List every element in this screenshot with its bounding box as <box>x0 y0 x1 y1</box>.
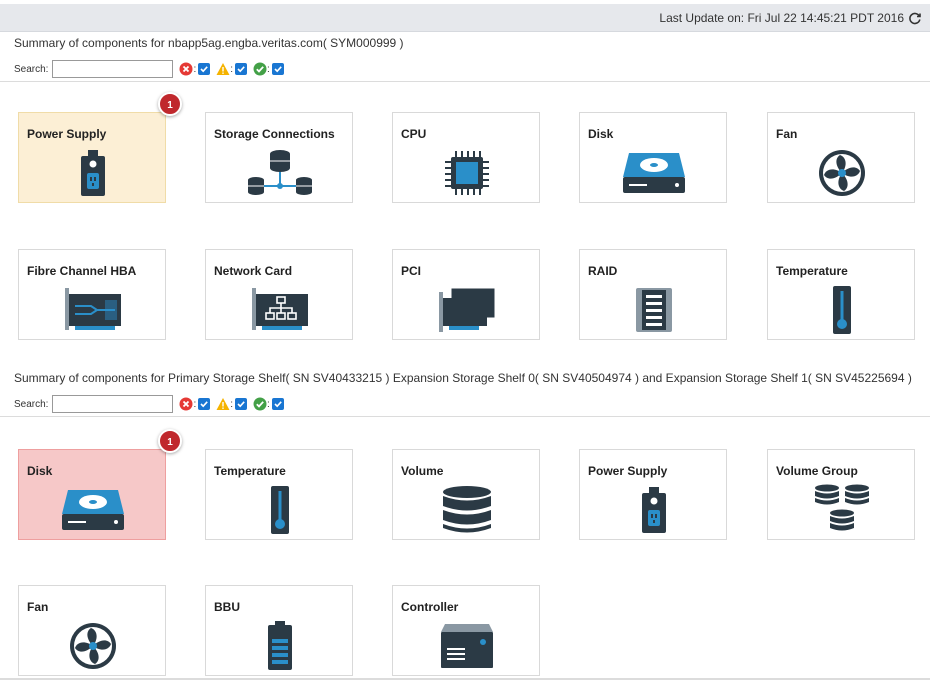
component-grid: Power Supply 1 Storage Connections CPU D… <box>0 81 930 366</box>
search-label: Search: <box>14 63 49 75</box>
warning-filter-checkbox[interactable] <box>235 63 248 75</box>
error-filter-checkbox[interactable] <box>198 63 211 75</box>
component-label: BBU <box>214 600 240 614</box>
warning-filter-checkbox[interactable] <box>235 398 248 410</box>
component-label: Disk <box>27 464 53 478</box>
power-supply-icon <box>580 484 728 536</box>
component-label: Power Supply <box>27 127 107 141</box>
volume-group-icon <box>768 484 916 536</box>
component-card-controller[interactable]: Controller <box>392 585 540 676</box>
search-row: Search: : : : <box>14 394 284 414</box>
filter-ok: : <box>253 397 284 411</box>
component-label: Network Card <box>214 264 293 278</box>
section-title: Summary of components for nbapp5ag.engba… <box>14 36 404 50</box>
search-row: Search: : : : <box>14 59 284 79</box>
power-supply-icon <box>19 147 167 199</box>
component-label: Fan <box>776 127 798 141</box>
component-label: Volume <box>401 464 444 478</box>
component-card-volume-group[interactable]: Volume Group <box>767 449 915 540</box>
disk-icon <box>19 484 167 536</box>
cpu-icon <box>393 147 541 199</box>
filter-warning: : <box>216 397 248 411</box>
section-title: Summary of components for Primary Storag… <box>14 371 912 385</box>
component-card-network-card[interactable]: Network Card <box>205 249 353 340</box>
search-input[interactable] <box>52 60 174 78</box>
component-label: Temperature <box>214 464 286 478</box>
component-section-storage-shelf: Summary of components for Primary Storag… <box>0 368 930 678</box>
ok-icon <box>253 62 267 76</box>
filter-colon: : <box>267 398 270 410</box>
volume-icon <box>393 484 541 536</box>
component-card-fibre-channel-hba[interactable]: Fibre Channel HBA <box>18 249 166 340</box>
error-icon <box>179 62 193 76</box>
component-card-disk[interactable]: Disk <box>579 112 727 203</box>
component-card-fan[interactable]: Fan <box>18 585 166 676</box>
component-label: CPU <box>401 127 427 141</box>
last-update-text: Last Update on: Fri Jul 22 14:45:21 PDT … <box>659 11 904 25</box>
error-icon <box>179 397 193 411</box>
component-card-disk[interactable]: Disk <box>18 449 166 540</box>
component-card-power-supply[interactable]: Power Supply <box>579 449 727 540</box>
refresh-icon[interactable] <box>908 11 922 25</box>
component-label: RAID <box>588 264 618 278</box>
component-label: Controller <box>401 600 459 614</box>
component-card-storage-connections[interactable]: Storage Connections <box>205 112 353 203</box>
section-header: Summary of components for Primary Storag… <box>0 368 930 416</box>
filter-error: : <box>179 62 211 76</box>
component-card-fan[interactable]: Fan <box>767 112 915 203</box>
component-card-power-supply[interactable]: Power Supply <box>18 112 166 203</box>
bottom-border <box>0 678 930 680</box>
component-card-cpu[interactable]: CPU <box>392 112 540 203</box>
raid-icon <box>580 284 728 336</box>
filter-colon: : <box>267 63 270 75</box>
filter-colon: : <box>230 398 234 410</box>
fibre-channel-hba-icon <box>19 284 167 336</box>
component-card-temperature[interactable]: Temperature <box>205 449 353 540</box>
filter-error: : <box>179 397 211 411</box>
ok-filter-checkbox[interactable] <box>271 398 284 410</box>
bbu-icon <box>206 620 354 672</box>
ok-icon <box>253 397 267 411</box>
network-card-icon <box>206 284 354 336</box>
warning-icon <box>216 397 230 411</box>
warning-icon <box>216 62 230 76</box>
search-label: Search: <box>14 398 49 410</box>
temperature-icon <box>768 284 916 336</box>
pci-icon <box>393 284 541 336</box>
component-section-host: Summary of components for nbapp5ag.engba… <box>0 33 930 366</box>
filter-colon: : <box>193 398 197 410</box>
filter-colon: : <box>230 63 234 75</box>
fan-icon <box>768 147 916 199</box>
component-card-pci[interactable]: PCI <box>392 249 540 340</box>
alert-count-badge: 1 <box>158 429 182 453</box>
component-label: Volume Group <box>776 464 858 478</box>
component-card-bbu[interactable]: BBU <box>205 585 353 676</box>
component-label: Fibre Channel HBA <box>27 264 137 278</box>
alert-count-badge: 1 <box>158 92 182 116</box>
component-label: Temperature <box>776 264 848 278</box>
component-label: Disk <box>588 127 614 141</box>
component-grid: Disk 1 Temperature Volume Power Supply V… <box>0 416 930 678</box>
storage-connections-icon <box>206 147 354 199</box>
component-label: Storage Connections <box>214 127 335 141</box>
filter-warning: : <box>216 62 248 76</box>
component-label: PCI <box>401 264 422 278</box>
temperature-icon <box>206 484 354 536</box>
filter-ok: : <box>253 62 284 76</box>
component-card-raid[interactable]: RAID <box>579 249 727 340</box>
search-input[interactable] <box>52 395 174 413</box>
component-card-volume[interactable]: Volume <box>392 449 540 540</box>
error-filter-checkbox[interactable] <box>198 398 211 410</box>
ok-filter-checkbox[interactable] <box>271 63 284 75</box>
controller-icon <box>393 620 541 672</box>
fan-icon <box>19 620 167 672</box>
component-card-temperature[interactable]: Temperature <box>767 249 915 340</box>
component-label: Fan <box>27 600 49 614</box>
filter-colon: : <box>193 63 197 75</box>
disk-icon <box>580 147 728 199</box>
section-header: Summary of components for nbapp5ag.engba… <box>0 33 930 81</box>
component-label: Power Supply <box>588 464 668 478</box>
top-bar: Last Update on: Fri Jul 22 14:45:21 PDT … <box>0 4 930 32</box>
